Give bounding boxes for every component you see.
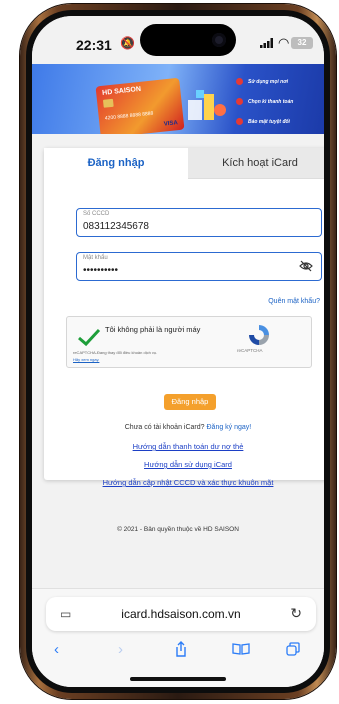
address-bar[interactable]: ▭ icard.hdsaison.com.vn ↻ <box>46 597 316 631</box>
feature-dot-icon <box>236 98 243 105</box>
back-icon[interactable]: ‹ <box>54 641 59 658</box>
cccd-label: Số CCCD <box>83 211 110 217</box>
recaptcha-brand: reCAPTCHA <box>237 348 263 353</box>
wifi-icon: ◠ <box>278 35 290 50</box>
login-card: Đăng nhập Kích hoạt iCard Số CCCD 083112… <box>44 148 324 487</box>
eye-off-icon[interactable] <box>299 260 313 272</box>
signal-icon <box>260 38 273 48</box>
card-number: 4200 8888 8888 8888 <box>104 110 154 122</box>
recaptcha-widget[interactable]: Tôi không phải là người máy reCAPTCHA-Đa… <box>66 316 312 368</box>
page-content: Đăng nhập Kích hoạt iCard Số CCCD 083112… <box>32 134 324 604</box>
captcha-learn-more-link[interactable]: Hãy xem ngay. <box>73 357 99 362</box>
password-label: Mật khẩu <box>83 255 108 261</box>
tab-login[interactable]: Đăng nhập <box>44 148 188 179</box>
share-icon[interactable] <box>174 641 188 657</box>
forgot-password-link[interactable]: Quên mật khẩu? <box>268 298 320 305</box>
card-chip-icon <box>102 98 114 108</box>
recaptcha-logo-icon <box>249 325 269 345</box>
tab-activate-icard[interactable]: Kích hoạt iCard <box>188 148 324 179</box>
phone-screen: 22:31 🔕 ◠ 32 HD SAISON 4200 8888 8888 88… <box>32 16 324 687</box>
do-not-disturb-icon: 🔕 <box>120 36 135 50</box>
reload-icon[interactable]: ↻ <box>290 605 302 622</box>
captcha-label: Tôi không phải là người máy <box>105 325 201 334</box>
forward-icon[interactable]: › <box>118 641 123 658</box>
copyright-text: © 2021 - Bản quyền thuộc về HD SAISON <box>117 526 239 533</box>
card-brand: HD SAISON <box>101 85 142 97</box>
url-text[interactable]: icard.hdsaison.com.vn <box>46 607 316 621</box>
feature-dot-icon <box>236 118 243 125</box>
captcha-fine-print: reCAPTCHA-Đang thay đổi điều khoản dịch … <box>73 350 158 355</box>
status-bar: 22:31 🔕 ◠ 32 <box>32 16 324 64</box>
status-time: 22:31 <box>76 37 112 53</box>
camera-icon <box>212 33 226 47</box>
help-link-usage[interactable]: Hướng dẫn sử dụng iCard <box>44 460 324 469</box>
cccd-field[interactable]: Số CCCD 083112345678 <box>76 208 322 237</box>
feature-item: Sử dụng mọi nơi <box>236 78 288 85</box>
home-indicator[interactable] <box>130 677 226 681</box>
register-prompt: Chưa có tài khoản iCard? Đăng ký ngay! <box>44 424 324 431</box>
password-value[interactable]: •••••••••• <box>83 265 118 276</box>
bookmarks-icon[interactable] <box>232 643 250 655</box>
help-link-cccd-update[interactable]: Hướng dẫn cập nhật CCCD và xác thực khuô… <box>44 478 324 487</box>
register-link[interactable]: Đăng ký ngay! <box>207 424 252 431</box>
browser-toolbar: ▭ icard.hdsaison.com.vn ↻ ‹ › <box>32 588 324 687</box>
card-image: HD SAISON 4200 8888 8888 8888 VISA <box>95 77 185 139</box>
card-network: VISA <box>163 120 179 128</box>
help-link-payment[interactable]: Hướng dẫn thanh toán dư nợ thẻ <box>44 442 324 451</box>
battery-icon: 32 <box>291 37 313 49</box>
register-question: Chưa có tài khoản iCard? <box>124 424 205 431</box>
checkmark-icon[interactable] <box>77 327 101 347</box>
password-field[interactable]: Mật khẩu •••••••••• <box>76 252 322 281</box>
feature-item: Bảo mật tuyệt đối <box>236 118 290 125</box>
shopping-items-icon <box>188 90 226 120</box>
cccd-value[interactable]: 083112345678 <box>83 221 149 232</box>
dynamic-island <box>140 24 236 56</box>
feature-dot-icon <box>236 78 243 85</box>
feature-item: Chọn kì thanh toán <box>236 98 293 105</box>
login-button[interactable]: Đăng nhập <box>164 394 216 410</box>
tabs-icon[interactable] <box>286 642 300 656</box>
